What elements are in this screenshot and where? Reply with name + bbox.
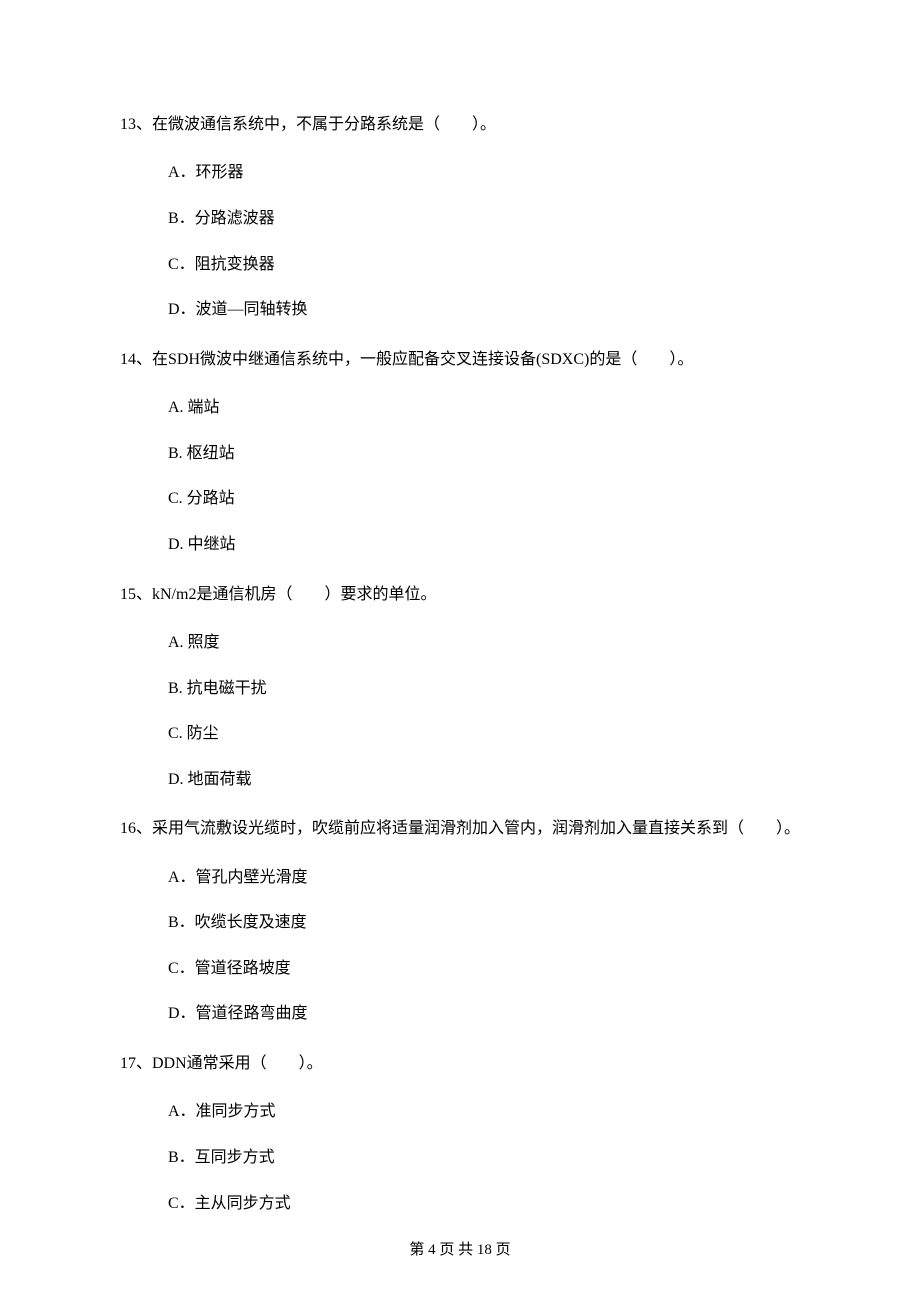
option-d: D．管道径路弯曲度 — [168, 1001, 800, 1027]
question-text: 14、在SDH微波中继通信系统中，一般应配备交叉连接设备(SDXC)的是（ ）。 — [120, 345, 800, 375]
option-a: A. 端站 — [168, 395, 800, 421]
option-a: A. 照度 — [168, 630, 800, 656]
options-list: A．环形器 B．分路滤波器 C．阻抗变换器 D．波道—同轴转换 — [120, 160, 800, 322]
question-16: 16、采用气流敷设光缆时，吹缆前应将适量润滑剂加入管内，润滑剂加入量直接关系到（… — [120, 814, 800, 1027]
question-14: 14、在SDH微波中继通信系统中，一般应配备交叉连接设备(SDXC)的是（ ）。… — [120, 345, 800, 558]
option-c: C．管道径路坡度 — [168, 956, 800, 982]
question-text: 15、kN/m2是通信机房（ ）要求的单位。 — [120, 580, 800, 610]
option-b: B. 枢纽站 — [168, 441, 800, 467]
document-content: 13、在微波通信系统中，不属于分路系统是（ ）。 A．环形器 B．分路滤波器 C… — [120, 110, 800, 1216]
question-15: 15、kN/m2是通信机房（ ）要求的单位。 A. 照度 B. 抗电磁干扰 C.… — [120, 580, 800, 793]
option-c: C．阻抗变换器 — [168, 252, 800, 278]
question-text: 17、DDN通常采用（ ）。 — [120, 1049, 800, 1079]
option-c: C．主从同步方式 — [168, 1191, 800, 1217]
option-b: B．吹缆长度及速度 — [168, 910, 800, 936]
option-d: D．波道—同轴转换 — [168, 297, 800, 323]
page-footer: 第 4 页 共 18 页 — [0, 1238, 920, 1262]
option-b: B. 抗电磁干扰 — [168, 676, 800, 702]
option-c: C. 分路站 — [168, 486, 800, 512]
option-a: A．管孔内壁光滑度 — [168, 865, 800, 891]
option-a: A．准同步方式 — [168, 1099, 800, 1125]
options-list: A. 端站 B. 枢纽站 C. 分路站 D. 中继站 — [120, 395, 800, 557]
options-list: A．管孔内壁光滑度 B．吹缆长度及速度 C．管道径路坡度 D．管道径路弯曲度 — [120, 865, 800, 1027]
options-list: A．准同步方式 B．互同步方式 C．主从同步方式 — [120, 1099, 800, 1216]
question-13: 13、在微波通信系统中，不属于分路系统是（ ）。 A．环形器 B．分路滤波器 C… — [120, 110, 800, 323]
option-d: D. 地面荷载 — [168, 767, 800, 793]
option-c: C. 防尘 — [168, 721, 800, 747]
option-b: B．分路滤波器 — [168, 206, 800, 232]
option-a: A．环形器 — [168, 160, 800, 186]
option-b: B．互同步方式 — [168, 1145, 800, 1171]
question-text: 16、采用气流敷设光缆时，吹缆前应将适量润滑剂加入管内，润滑剂加入量直接关系到（… — [120, 814, 800, 844]
options-list: A. 照度 B. 抗电磁干扰 C. 防尘 D. 地面荷载 — [120, 630, 800, 792]
question-text: 13、在微波通信系统中，不属于分路系统是（ ）。 — [120, 110, 800, 140]
option-d: D. 中继站 — [168, 532, 800, 558]
question-17: 17、DDN通常采用（ ）。 A．准同步方式 B．互同步方式 C．主从同步方式 — [120, 1049, 800, 1216]
